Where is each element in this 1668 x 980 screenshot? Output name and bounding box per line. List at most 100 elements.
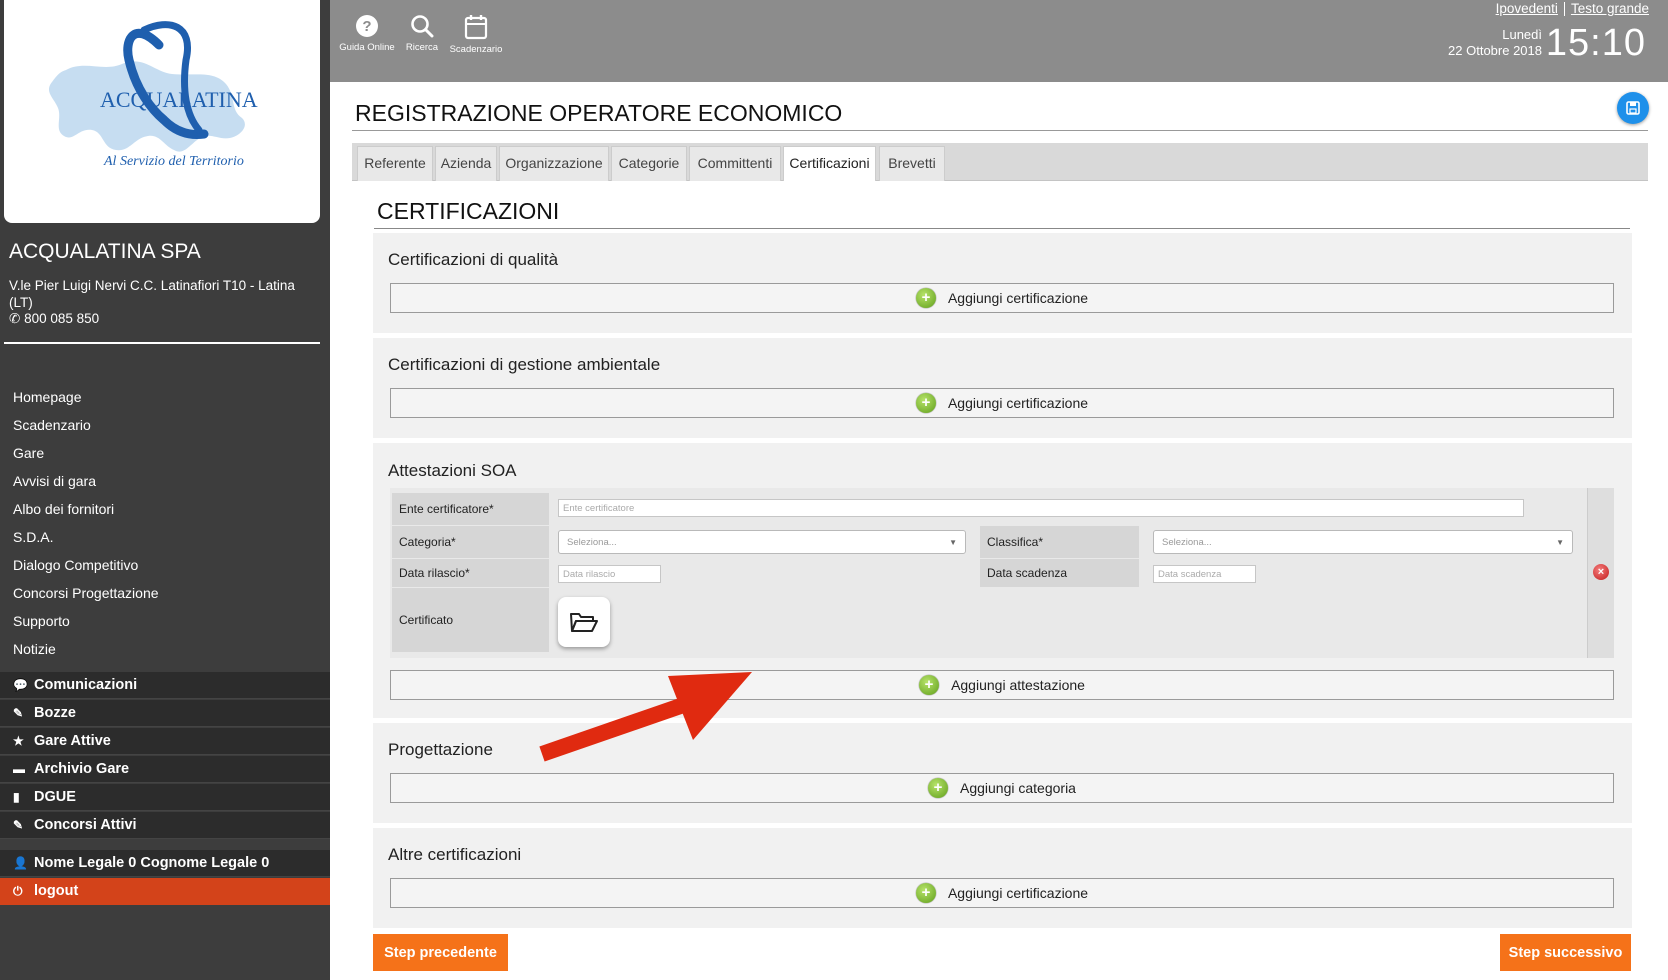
guida-online-button[interactable]: ? Guida Online [338, 14, 396, 53]
nav-scadenzario[interactable]: Scadenzario [13, 417, 91, 433]
step-precedente-button[interactable]: Step precedente [373, 934, 508, 971]
nav-dialogo-competitivo[interactable]: Dialogo Competitivo [13, 557, 138, 573]
tab-referente[interactable]: Referente [357, 146, 433, 181]
section-title: Certificazioni di gestione ambientale [388, 355, 661, 374]
ente-certificatore-label: Ente certificatore* [392, 493, 549, 525]
pencil-icon: ✎ [13, 818, 24, 832]
nav-sda[interactable]: S.D.A. [13, 529, 53, 545]
menu-concorsi-attivi[interactable]: ✎ Concorsi Attivi [0, 812, 330, 839]
button-label: Aggiungi categoria [960, 780, 1076, 796]
section-certificazioni-qualita: Certificazioni di qualità + Aggiungi cert… [373, 233, 1632, 333]
testo-grande-link[interactable]: Testo grande [1571, 1, 1649, 16]
tab-certificazioni[interactable]: Certificazioni [783, 146, 876, 182]
menu-label: Archivio Gare [34, 761, 130, 777]
add-categoria-button[interactable]: + Aggiungi categoria [390, 773, 1614, 803]
button-label: Aggiungi certificazione [947, 290, 1089, 306]
folder-open-icon [570, 613, 598, 632]
data-scadenza-input[interactable]: Data scadenza [1153, 565, 1256, 583]
add-altra-certificazione-button[interactable]: + Aggiungi certificazione [390, 878, 1614, 908]
logo-brand: ACQUALATINA [100, 87, 258, 112]
add-certificazione-qualita-button[interactable]: + Aggiungi certificazione [390, 283, 1614, 313]
phone-icon: ✆ [9, 311, 25, 326]
button-label: Aggiungi certificazione [947, 395, 1089, 411]
section-title: Altre certificazioni [388, 845, 522, 864]
plus-icon: + [915, 288, 936, 308]
user-name: Nome Legale 0 Cognome Legale 0 [34, 855, 270, 871]
link-separator [1563, 2, 1565, 17]
plus-icon: + [915, 883, 936, 903]
nav-notizie[interactable]: Notizie [13, 641, 56, 657]
document-icon: ▮ [13, 790, 20, 804]
nav-avvisi-di-gara[interactable]: Avvisi di gara [13, 473, 96, 489]
date-display: Lunedì 22 Ottobre 2018 [1448, 27, 1542, 59]
section-title: Progettazione [388, 740, 493, 759]
company-address: V.le Pier Luigi Nervi C.C. Latinafiori T… [9, 278, 295, 310]
accessibility-links: Ipovedenti Testo grande [1496, 1, 1649, 17]
calendar-icon [464, 15, 488, 40]
section-title: Attestazioni SOA [388, 461, 517, 480]
scadenzario-button[interactable]: Scadenzario [446, 14, 506, 55]
button-label: Aggiungi attestazione [951, 677, 1085, 693]
remove-icon[interactable]: × [1593, 564, 1609, 580]
menu-archivio-gare[interactable]: ▬ Archivio Gare [0, 756, 330, 783]
plus-icon: + [928, 778, 948, 798]
certificato-upload-button[interactable] [558, 597, 610, 647]
data-rilascio-label: Data rilascio* [392, 559, 549, 587]
tab-categorie[interactable]: Categorie [611, 146, 687, 181]
ricerca-label: Ricerca [405, 42, 439, 53]
chevron-down-icon: ▼ [1556, 537, 1564, 547]
title-divider [352, 130, 1648, 131]
menu-dgue[interactable]: ▮ DGUE [0, 784, 330, 811]
section-title: Certificazioni di qualità [388, 250, 559, 269]
menu-label: Comunicazioni [34, 677, 138, 693]
menu-comunicazioni[interactable]: 💬 Comunicazioni [0, 672, 330, 699]
data-rilascio-input[interactable]: Data rilascio [558, 565, 661, 583]
tab-brevetti[interactable]: Brevetti [879, 146, 945, 181]
user-account[interactable]: 👤 Nome Legale 0 Cognome Legale 0 [0, 850, 330, 877]
ente-certificatore-input[interactable]: Ente certificatore [558, 499, 1524, 517]
logo-tagline: Al Servizio del Territorio [103, 154, 244, 169]
tab-organizzazione[interactable]: Organizzazione [499, 146, 609, 181]
sidebar: ACQUALATINA Al Servizio del Territorio A… [0, 0, 330, 980]
nav-supporto[interactable]: Supporto [13, 613, 70, 629]
save-button[interactable] [1617, 92, 1649, 124]
add-certificazione-ambientale-button[interactable]: + Aggiungi certificazione [390, 388, 1614, 418]
search-icon [411, 15, 434, 38]
tab-azienda[interactable]: Azienda [435, 146, 497, 181]
menu-label: Bozze [34, 705, 76, 721]
top-bar: ? Guida Online Ricerca Scadenzario Ipove… [330, 0, 1668, 82]
logout-button[interactable]: ⏻ logout [0, 878, 330, 905]
classifica-select[interactable]: Seleziona... ▼ [1153, 530, 1573, 554]
save-icon [1626, 101, 1640, 115]
nav-gare[interactable]: Gare [13, 445, 44, 461]
guida-online-label: Guida Online [339, 42, 395, 53]
certificato-label: Certificato [392, 588, 549, 652]
nav-albo-fornitori[interactable]: Albo dei fornitori [13, 501, 114, 517]
menu-bozze[interactable]: ✎ Bozze [0, 700, 330, 727]
nav-homepage[interactable]: Homepage [13, 389, 82, 405]
company-logo[interactable]: ACQUALATINA Al Servizio del Territorio [4, 0, 320, 223]
company-phone-number: 800 085 850 [24, 311, 100, 326]
ricerca-button[interactable]: Ricerca [400, 14, 444, 53]
clock: 15:10 [1545, 22, 1646, 64]
section-gestione-ambientale: Certificazioni di gestione ambientale + A… [373, 338, 1632, 438]
star-icon: ★ [13, 734, 24, 748]
plus-icon: + [919, 675, 940, 695]
data-scadenza-label: Data scadenza [980, 559, 1139, 587]
ipovedenti-link[interactable]: Ipovedenti [1496, 1, 1558, 16]
menu-gare-attive[interactable]: ★ Gare Attive [0, 728, 330, 755]
classifica-select-value: Seleziona... [1162, 536, 1212, 548]
button-label: Aggiungi certificazione [947, 885, 1089, 901]
nav-concorsi-progettazione[interactable]: Concorsi Progettazione [13, 585, 159, 601]
categoria-select[interactable]: Seleziona... ▼ [558, 530, 966, 554]
company-phone: ✆ 800 085 850 [9, 311, 99, 327]
section-heading: CERTIFICAZIONI [377, 198, 560, 224]
step-successivo-button[interactable]: Step successivo [1500, 934, 1631, 971]
tab-committenti[interactable]: Committenti [689, 146, 781, 181]
sidebar-divider [4, 342, 320, 344]
menu-label: DGUE [34, 789, 76, 805]
acqualatina-logo-graphic: ACQUALATINA Al Servizio del Territorio [48, 21, 258, 169]
plus-icon: + [915, 393, 936, 413]
pencil-icon: ✎ [13, 706, 24, 720]
annotation-arrow [539, 672, 752, 762]
